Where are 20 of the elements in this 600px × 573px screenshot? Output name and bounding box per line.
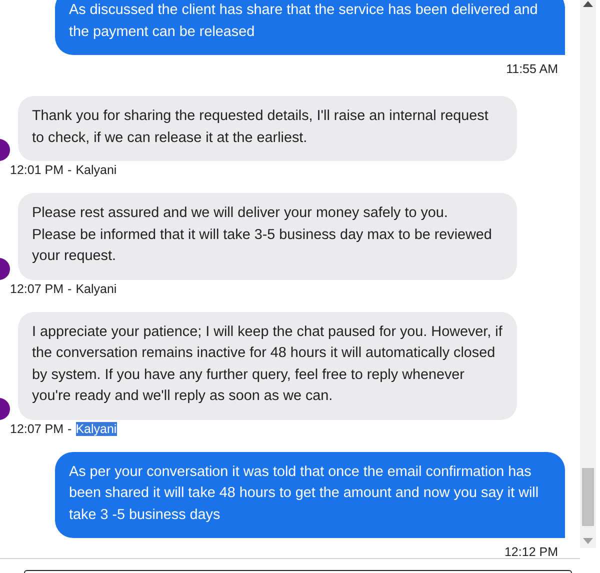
message-bubble: I appreciate your patience; I will keep the chat paused for you. However, if the conversation remains inactive for 48 hours it will automatically closed by system. If you have any further query, feel free to reply whenever you're ready and we'll reply as soon as we can. xyxy=(18,312,517,420)
sender-name: Kalyani xyxy=(76,163,117,177)
message-bubble: As per your conversation it was told that once the email confirmation has been shared it will take 48 hours to get the amount and now you say it will take 3 -5 business days xyxy=(55,452,565,538)
message-time: 12:07 PM xyxy=(10,422,64,436)
scroll-up-icon[interactable] xyxy=(583,1,593,7)
message-time: 12:12 PM xyxy=(504,544,559,559)
sender-name: Kalyani xyxy=(76,422,117,436)
message-bubble: As discussed the client has share that the service has been delivered and the payment can be released xyxy=(55,0,565,55)
separator: - xyxy=(68,282,72,296)
sender-name: Kalyani xyxy=(76,282,117,296)
message-bubble: Thank you for sharing the requested details, I'll raise an internal request to check, if we can release it at the earliest. xyxy=(18,96,517,161)
scrollbar[interactable] xyxy=(580,0,596,548)
message-time: 12:01 PM xyxy=(10,163,64,177)
message-time: 12:07 PM xyxy=(10,282,64,296)
scrollbar-thumb[interactable] xyxy=(582,468,594,526)
message-bubble: Please rest assured and we will deliver your money safely to you. Please be informed that it will take 3-5 business day max to be reviewed your request. xyxy=(18,193,517,280)
scroll-down-icon[interactable] xyxy=(583,538,593,544)
message-time: 11:55 AM xyxy=(506,61,559,76)
separator: - xyxy=(68,422,72,436)
separator: - xyxy=(68,163,72,177)
